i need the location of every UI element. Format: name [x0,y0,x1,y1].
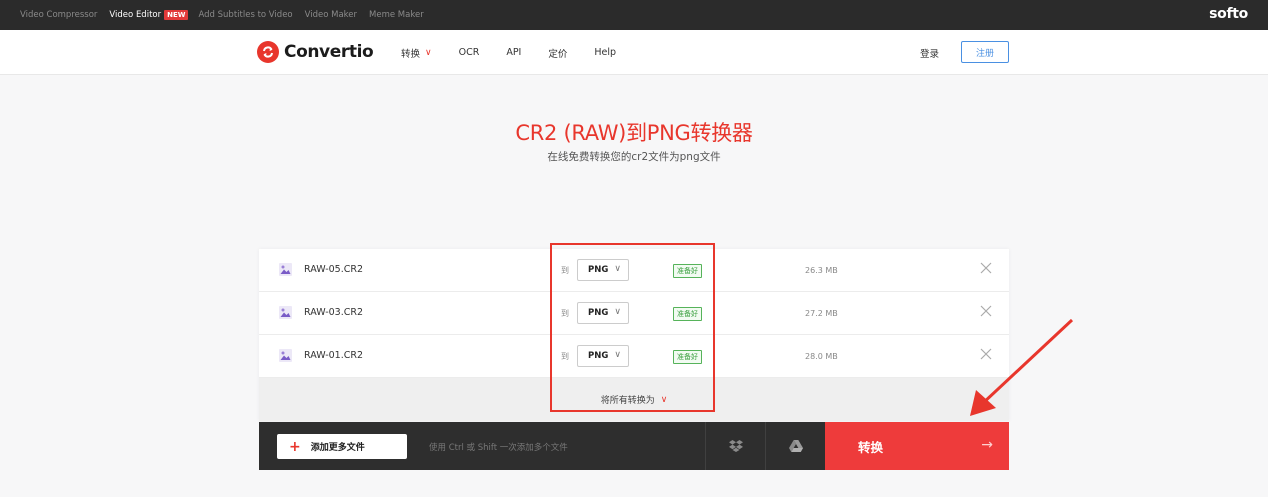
action-bar: + 添加更多文件 使用 Ctrl 或 Shift 一次添加多个文件 转换 → [259,422,1009,470]
login-link[interactable]: 登录 [920,46,939,60]
new-badge: NEW [164,10,189,20]
format-select[interactable]: PNG ∨ [577,259,629,281]
arrow-right-icon: → [981,437,993,453]
promo-link-video-editor[interactable]: Video Editor [109,10,161,20]
convertio-logo[interactable]: Convertio [257,41,374,63]
nav-help[interactable]: Help [594,47,616,58]
promo-link-video-maker[interactable]: Video Maker [305,10,357,20]
multi-select-hint: 使用 Ctrl 或 Shift 一次添加多个文件 [429,443,568,453]
format-value: PNG [588,308,609,318]
logo-text: Convertio [284,42,374,62]
to-label: 到 [561,352,569,361]
file-list-panel: RAW-05.CR2 到 PNG ∨ 准备好 26.3 MB RAW-03.CR… [259,249,1009,421]
chevron-down-icon: ∨ [614,307,621,317]
format-value: PNG [588,265,609,275]
convert-label: 转换 [858,439,884,455]
convertio-logo-icon [257,41,279,63]
status-badge: 准备好 [673,307,702,321]
nav-pricing[interactable]: 定价 [548,46,567,60]
file-name: RAW-05.CR2 [304,264,364,275]
file-name: RAW-03.CR2 [304,307,364,318]
file-size: 26.3 MB [805,266,838,275]
promo-link-video-compressor[interactable]: Video Compressor [20,10,97,20]
image-file-icon [279,306,292,319]
format-select[interactable]: PNG ∨ [577,345,629,367]
format-select[interactable]: PNG ∨ [577,302,629,324]
file-size: 28.0 MB [805,352,838,361]
plus-icon: + [289,438,301,455]
top-promo-bar: Video Compressor Video Editor NEW Add Su… [0,0,1268,30]
promo-link-meme-maker[interactable]: Meme Maker [369,10,424,20]
add-more-files-label: 添加更多文件 [310,443,365,453]
close-icon[interactable] [979,261,993,275]
chevron-down-icon: ∨ [614,350,621,360]
page-title: CR2 (RAW)到PNG转换器 [515,121,753,145]
file-size: 27.2 MB [805,309,838,318]
nav-api[interactable]: API [506,47,521,58]
image-file-icon [279,263,292,276]
file-name: RAW-01.CR2 [304,350,364,361]
to-label: 到 [561,266,569,275]
to-label: 到 [561,309,569,318]
google-drive-icon [788,440,803,452]
status-badge: 准备好 [673,264,702,278]
google-drive-button[interactable] [765,422,825,470]
close-icon[interactable] [979,347,993,361]
chevron-down-icon: ∨ [660,394,668,405]
page-subtitle: 在线免费转换您的cr2文件为png文件 [547,151,721,163]
close-icon[interactable] [979,304,993,318]
nav-convert-label: 转换 [401,48,421,60]
convert-all-label: 将所有转换为 [600,396,655,406]
add-more-files-button[interactable]: + 添加更多文件 [277,434,407,459]
format-value: PNG [588,351,609,361]
chevron-down-icon: ∨ [425,47,432,58]
nav-convert[interactable]: 转换 ∨ [401,46,432,60]
register-button[interactable]: 注册 [961,41,1009,63]
promo-link-add-subtitles[interactable]: Add Subtitles to Video [198,10,292,20]
dropbox-icon [728,440,743,452]
chevron-down-icon: ∨ [614,264,621,274]
dropbox-button[interactable] [705,422,765,470]
convert-button[interactable]: 转换 → [825,422,1009,470]
status-badge: 准备好 [673,350,702,364]
promo-links: Video Compressor Video Editor NEW Add Su… [0,10,436,20]
file-row: RAW-05.CR2 到 PNG ∨ 准备好 26.3 MB [259,249,1009,292]
file-row: RAW-01.CR2 到 PNG ∨ 准备好 28.0 MB [259,335,1009,378]
file-row: RAW-03.CR2 到 PNG ∨ 准备好 27.2 MB [259,292,1009,335]
softo-logo[interactable]: softo [1209,6,1248,22]
nav-ocr[interactable]: OCR [459,47,480,58]
main-navbar: Convertio 转换 ∨ OCR API 定价 Help 登录 注册 [0,30,1268,75]
convert-all-dropdown[interactable]: 将所有转换为 ∨ [259,378,1009,421]
primary-nav: 转换 ∨ OCR API 定价 Help [401,30,643,75]
image-file-icon [279,349,292,362]
